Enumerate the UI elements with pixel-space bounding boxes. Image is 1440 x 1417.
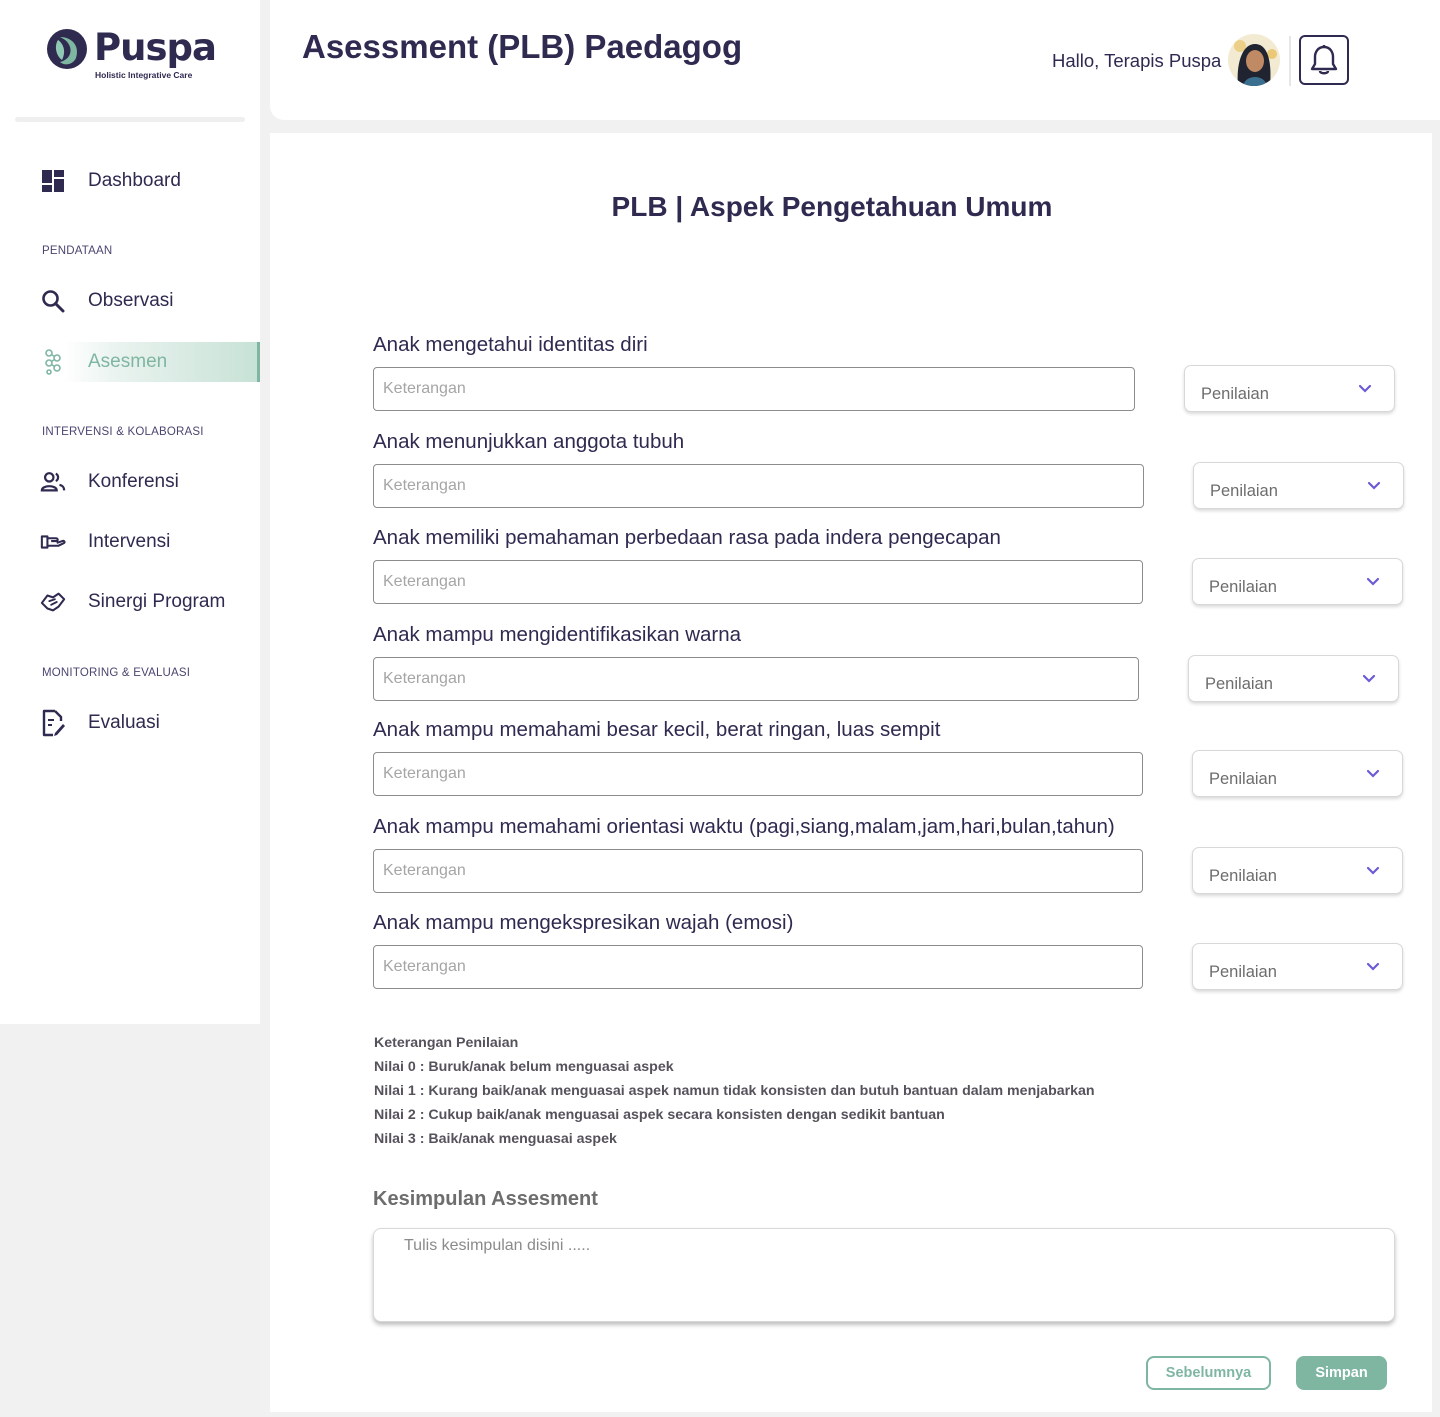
question-label: Anak mampu mengidentifikasikan warna <box>373 623 742 646</box>
evaluasi-icon <box>40 709 66 737</box>
sidebar-item-evaluasi[interactable]: Evaluasi <box>0 703 260 743</box>
brand-name: Puspa <box>94 26 217 69</box>
chevron-down-icon <box>1366 769 1380 778</box>
penilaian-select[interactable]: Penilaian <box>1193 462 1404 509</box>
dashboard-icon <box>40 168 66 194</box>
chevron-down-icon <box>1366 962 1380 971</box>
assessment-form: PLB | Aspek Pengetahuan Umum Anak menget… <box>270 133 1432 1412</box>
page-title: Asessment (PLB) Paedagog <box>302 28 743 65</box>
chevron-down-icon <box>1366 866 1380 875</box>
logo[interactable]: Puspa Holistic Integrative Care <box>46 26 217 84</box>
keterangan-input[interactable]: Keterangan <box>373 464 1144 508</box>
question-label: Anak mengetahui identitas diri <box>373 333 648 356</box>
chevron-down-icon <box>1362 674 1376 683</box>
asesmen-icon <box>40 349 66 375</box>
penilaian-select[interactable]: Penilaian <box>1192 847 1403 894</box>
keterangan-input[interactable]: Keterangan <box>373 945 1143 989</box>
top-header: Asessment (PLB) Paedagog Hallo, Terapis … <box>270 0 1440 120</box>
section-label-pendataan: PENDATAAN <box>42 245 113 257</box>
penilaian-select[interactable]: Penilaian <box>1188 655 1399 702</box>
sidebar-item-observasi[interactable]: Observasi <box>0 281 260 321</box>
avatar[interactable] <box>1228 34 1280 86</box>
bell-icon <box>1310 45 1338 75</box>
sidebar-item-sinergi-program[interactable]: Sinergi Program <box>0 582 260 622</box>
divider <box>1289 36 1291 86</box>
user-greeting: Hallo, Terapis Puspa <box>1052 50 1222 71</box>
legend-line: Nilai 0 : Buruk/anak belum menguasai asp… <box>374 1059 674 1075</box>
sidebar-item-intervensi[interactable]: Intervensi <box>0 522 260 562</box>
section-title: PLB | Aspek Pengetahuan Umum <box>611 191 1053 222</box>
intervensi-icon <box>40 529 66 555</box>
logo-mark-icon <box>47 29 87 69</box>
keterangan-input[interactable]: Keterangan <box>373 849 1143 893</box>
sidebar-item-label: Observasi <box>88 290 174 311</box>
penilaian-select[interactable]: Penilaian <box>1192 750 1403 797</box>
save-button[interactable]: Simpan <box>1296 1356 1387 1390</box>
keterangan-input[interactable]: Keterangan <box>373 560 1143 604</box>
question-label: Anak mampu memahami besar kecil, berat r… <box>373 718 941 741</box>
question-label: Anak memiliki pemahaman perbedaan rasa p… <box>373 526 1001 549</box>
chevron-down-icon <box>1366 577 1380 586</box>
previous-button[interactable]: Sebelumnya <box>1146 1356 1271 1390</box>
sidebar-item-label: Intervensi <box>88 531 171 552</box>
section-label-intervensi: INTERVENSI & KOLABORASI <box>42 426 204 438</box>
divider <box>15 117 245 122</box>
penilaian-select[interactable]: Penilaian <box>1192 943 1403 990</box>
sidebar: Puspa Holistic Integrative Care Dashboar… <box>0 0 260 1024</box>
sidebar-item-label: Asesmen <box>88 351 168 372</box>
brand-tagline: Holistic Integrative Care <box>95 70 193 80</box>
penilaian-select[interactable]: Penilaian <box>1192 558 1403 605</box>
conclusion-title: Kesimpulan Assesment <box>373 1188 598 1210</box>
scoring-legend: Keterangan Penilaian Nilai 0 : Buruk/ana… <box>374 1031 1095 1151</box>
legend-line: Nilai 1 : Kurang baik/anak menguasai asp… <box>374 1083 1095 1099</box>
legend-line: Nilai 3 : Baik/anak menguasai aspek <box>374 1131 617 1147</box>
legend-line: Nilai 2 : Cukup baik/anak menguasai aspe… <box>374 1107 945 1123</box>
handshake-icon <box>40 589 66 615</box>
chevron-down-icon <box>1358 384 1372 393</box>
question-label: Anak menunjukkan anggota tubuh <box>373 430 685 453</box>
chevron-down-icon <box>1367 481 1381 490</box>
sidebar-item-konferensi[interactable]: Konferensi <box>0 462 260 502</box>
conclusion-textarea[interactable]: Tulis kesimpulan disini ..... <box>373 1228 1395 1322</box>
keterangan-input[interactable]: Keterangan <box>373 752 1143 796</box>
people-icon <box>40 469 66 495</box>
legend-title: Keterangan Penilaian <box>374 1035 519 1051</box>
sidebar-item-label: Konferensi <box>88 471 179 492</box>
sidebar-item-label: Sinergi Program <box>88 591 226 612</box>
sidebar-item-asesmen[interactable]: Asesmen <box>0 342 260 382</box>
penilaian-select[interactable]: Penilaian <box>1184 365 1395 412</box>
sidebar-item-label: Evaluasi <box>88 712 160 733</box>
sidebar-item-dashboard[interactable]: Dashboard <box>0 161 260 201</box>
sidebar-item-label: Dashboard <box>88 170 181 191</box>
notification-button[interactable] <box>1299 35 1349 85</box>
question-label: Anak mampu memahami orientasi waktu (pag… <box>373 815 1115 838</box>
keterangan-input[interactable]: Keterangan <box>373 367 1135 411</box>
keterangan-input[interactable]: Keterangan <box>373 657 1139 701</box>
section-label-monitoring: MONITORING & EVALUASI <box>42 667 191 679</box>
search-icon <box>40 288 66 314</box>
question-label: Anak mampu mengekspresikan wajah (emosi) <box>373 911 794 934</box>
